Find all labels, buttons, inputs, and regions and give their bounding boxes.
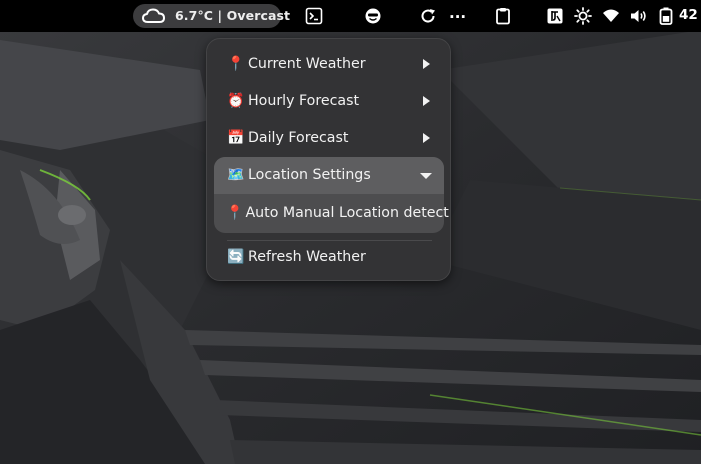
battery-icon[interactable]	[659, 7, 673, 25]
top-bar: 6.7°C | Overcast ... 42	[0, 0, 701, 32]
clipboard-icon[interactable]	[494, 7, 512, 25]
map-icon: 🗺️	[227, 167, 245, 183]
refresh-arrows-icon: 🔄	[227, 249, 245, 265]
menu-item-refresh-weather[interactable]: 🔄 Refresh Weather	[214, 239, 444, 275]
emoji-face-icon[interactable]	[364, 7, 382, 25]
menu-item-label: Daily Forecast	[248, 130, 349, 146]
input-method-icon[interactable]	[546, 7, 564, 25]
pin-icon: 📍	[227, 56, 245, 72]
chevron-right-icon	[423, 59, 430, 69]
battery-percent: 42	[679, 7, 698, 23]
refresh-icon[interactable]	[419, 7, 437, 25]
volume-icon[interactable]	[630, 7, 648, 25]
weather-popup-menu: 📍 Current Weather ⏰ Hourly Forecast 📅 Da…	[206, 38, 451, 281]
menu-item-label: Hourly Forecast	[248, 93, 360, 109]
menu-item-daily-forecast[interactable]: 📅 Daily Forecast	[214, 120, 444, 156]
wifi-icon[interactable]	[602, 7, 620, 25]
menu-item-label: Current Weather	[248, 56, 366, 72]
brightness-icon[interactable]	[574, 7, 592, 25]
terminal-icon[interactable]	[305, 7, 323, 25]
menu-item-auto-manual-location[interactable]: 📍 Auto Manual Location detect	[214, 195, 449, 231]
alarm-clock-icon: ⏰	[227, 93, 245, 109]
menu-item-label: Refresh Weather	[248, 249, 366, 265]
calendar-icon: 📅	[227, 130, 245, 146]
chevron-right-icon	[423, 133, 430, 143]
chevron-right-icon	[423, 96, 430, 106]
weather-indicator-text: 6.7°C | Overcast	[175, 8, 291, 23]
menu-item-current-weather[interactable]: 📍 Current Weather	[214, 46, 444, 82]
menu-item-location-settings[interactable]: 🗺️ Location Settings	[214, 157, 444, 193]
more-indicator[interactable]: ...	[449, 4, 466, 22]
pin-icon: 📍	[226, 205, 244, 221]
chevron-down-icon	[420, 173, 432, 179]
cloud-icon	[142, 8, 165, 23]
menu-item-label: Auto Manual Location detect	[245, 205, 449, 221]
menu-item-hourly-forecast[interactable]: ⏰ Hourly Forecast	[214, 83, 444, 119]
menu-item-label: Location Settings	[248, 167, 371, 183]
weather-indicator-button[interactable]: 6.7°C | Overcast	[133, 4, 290, 28]
